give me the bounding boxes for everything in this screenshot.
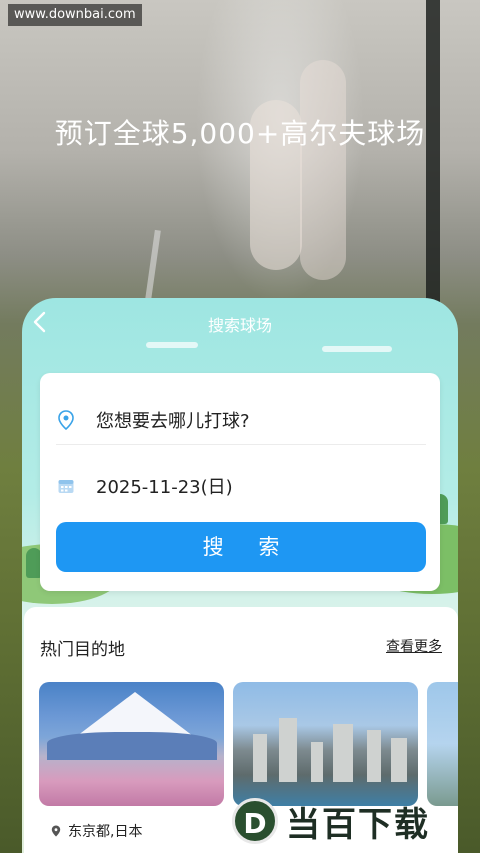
location-field[interactable]: 您想要去哪儿打球? (56, 395, 426, 445)
flag-pole (426, 0, 440, 310)
site-watermark: www.downbai.com (8, 4, 142, 26)
view-more-link[interactable]: 查看更多 (386, 636, 442, 656)
destination-card-mount-fuji[interactable] (39, 682, 224, 806)
cloud (322, 346, 392, 352)
search-button[interactable]: 搜 索 (56, 522, 426, 572)
section-heading: 热门目的地 (40, 640, 125, 660)
location-pin-icon (51, 825, 61, 837)
selected-date: 2025-11-23(日) (96, 477, 233, 498)
golfer-figure (300, 60, 346, 280)
building (367, 730, 381, 782)
brand-name: 当百下载 (286, 804, 430, 845)
location-placeholder: 您想要去哪儿打球? (96, 410, 250, 432)
hero-title: 预订全球5,000+高尔夫球场 (54, 117, 426, 150)
date-field[interactable]: 2025-11-23(日) (56, 461, 426, 511)
calendar-icon (56, 476, 76, 496)
mountain-shape (77, 692, 193, 736)
mountain-base (47, 732, 217, 760)
destination-card-partial[interactable] (427, 682, 458, 806)
cloud (146, 342, 198, 348)
building (311, 742, 323, 782)
golf-club (145, 229, 161, 301)
brand-logo: D (232, 798, 278, 844)
destination-location: 东京都,日本 (50, 821, 142, 841)
building (391, 738, 407, 782)
destination-name: 东京都,日本 (68, 824, 143, 840)
brand-watermark: D 当百下载 (232, 792, 430, 850)
destination-card-city[interactable] (233, 682, 418, 806)
building (333, 724, 353, 782)
location-pin-icon (56, 409, 76, 430)
building (279, 718, 297, 782)
search-form: 您想要去哪儿打球? 2025-11-23(日) 搜 索 (40, 373, 440, 591)
card-title: 搜索球场 (207, 316, 272, 335)
building (253, 734, 267, 782)
